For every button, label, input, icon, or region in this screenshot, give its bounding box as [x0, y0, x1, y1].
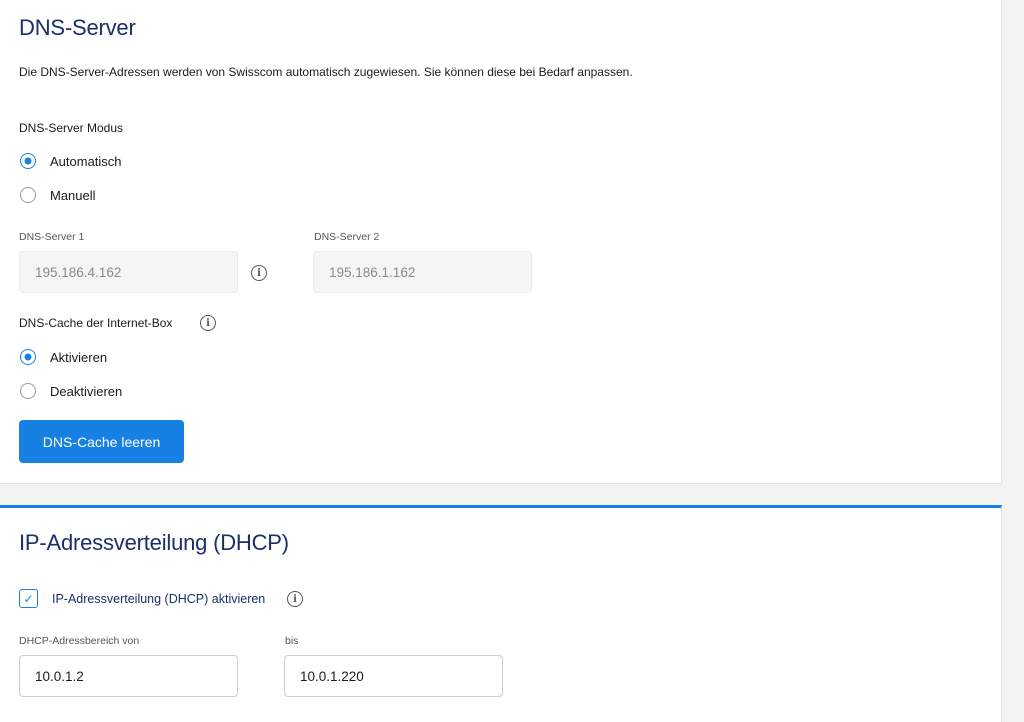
dhcp-range-to-input[interactable]: 10.0.1.220 [284, 655, 503, 697]
radio-automatisch[interactable]: Automatisch [20, 151, 122, 171]
checkmark-icon: ✓ [23, 591, 34, 606]
dhcp-title: IP-Adressverteilung (DHCP) [19, 530, 289, 555]
radio-aktivieren-label: Aktivieren [50, 349, 108, 365]
dns-server-description: Die DNS-Server-Adressen werden von Swiss… [19, 65, 633, 79]
radio-manuell-label: Manuell [50, 187, 96, 203]
radio-automatisch-control[interactable] [20, 153, 36, 169]
dhcp-range-to-label: bis [285, 635, 299, 647]
radio-manuell-control[interactable] [20, 187, 36, 203]
dns-server-2-label: DNS-Server 2 [314, 231, 380, 243]
info-icon[interactable]: i [200, 315, 216, 331]
flush-dns-cache-button[interactable]: DNS-Cache leeren [19, 420, 184, 463]
dns-mode-label: DNS-Server Modus [19, 121, 124, 135]
radio-deaktivieren-control[interactable] [20, 383, 36, 399]
radio-automatisch-label: Automatisch [50, 153, 122, 169]
dns-server-2-input[interactable]: 195.186.1.162 [313, 251, 532, 293]
dhcp-enable-label[interactable]: IP-Adressverteilung (DHCP) aktivieren [52, 592, 265, 606]
dhcp-enable-checkbox[interactable]: ✓ [19, 589, 38, 608]
radio-aktivieren[interactable]: Aktivieren [20, 347, 107, 367]
info-icon[interactable]: i [251, 265, 267, 281]
info-icon[interactable]: i [287, 591, 303, 607]
radio-aktivieren-control[interactable] [20, 349, 36, 365]
dhcp-range-from-input[interactable]: 10.0.1.2 [19, 655, 238, 697]
radio-deaktivieren[interactable]: Deaktivieren [20, 381, 122, 401]
dns-server-1-input[interactable]: 195.186.4.162 [19, 251, 238, 293]
radio-deaktivieren-label: Deaktivieren [50, 383, 123, 399]
dns-server-card: DNS-Server Die DNS-Server-Adressen werde… [0, 0, 1002, 484]
dns-server-title: DNS-Server [19, 15, 136, 40]
dns-server-1-label: DNS-Server 1 [19, 231, 85, 243]
dns-cache-label: DNS-Cache der Internet-Box [19, 316, 173, 330]
radio-manuell[interactable]: Manuell [20, 185, 96, 205]
dhcp-range-from-label: DHCP-Adressbereich von [19, 635, 140, 647]
